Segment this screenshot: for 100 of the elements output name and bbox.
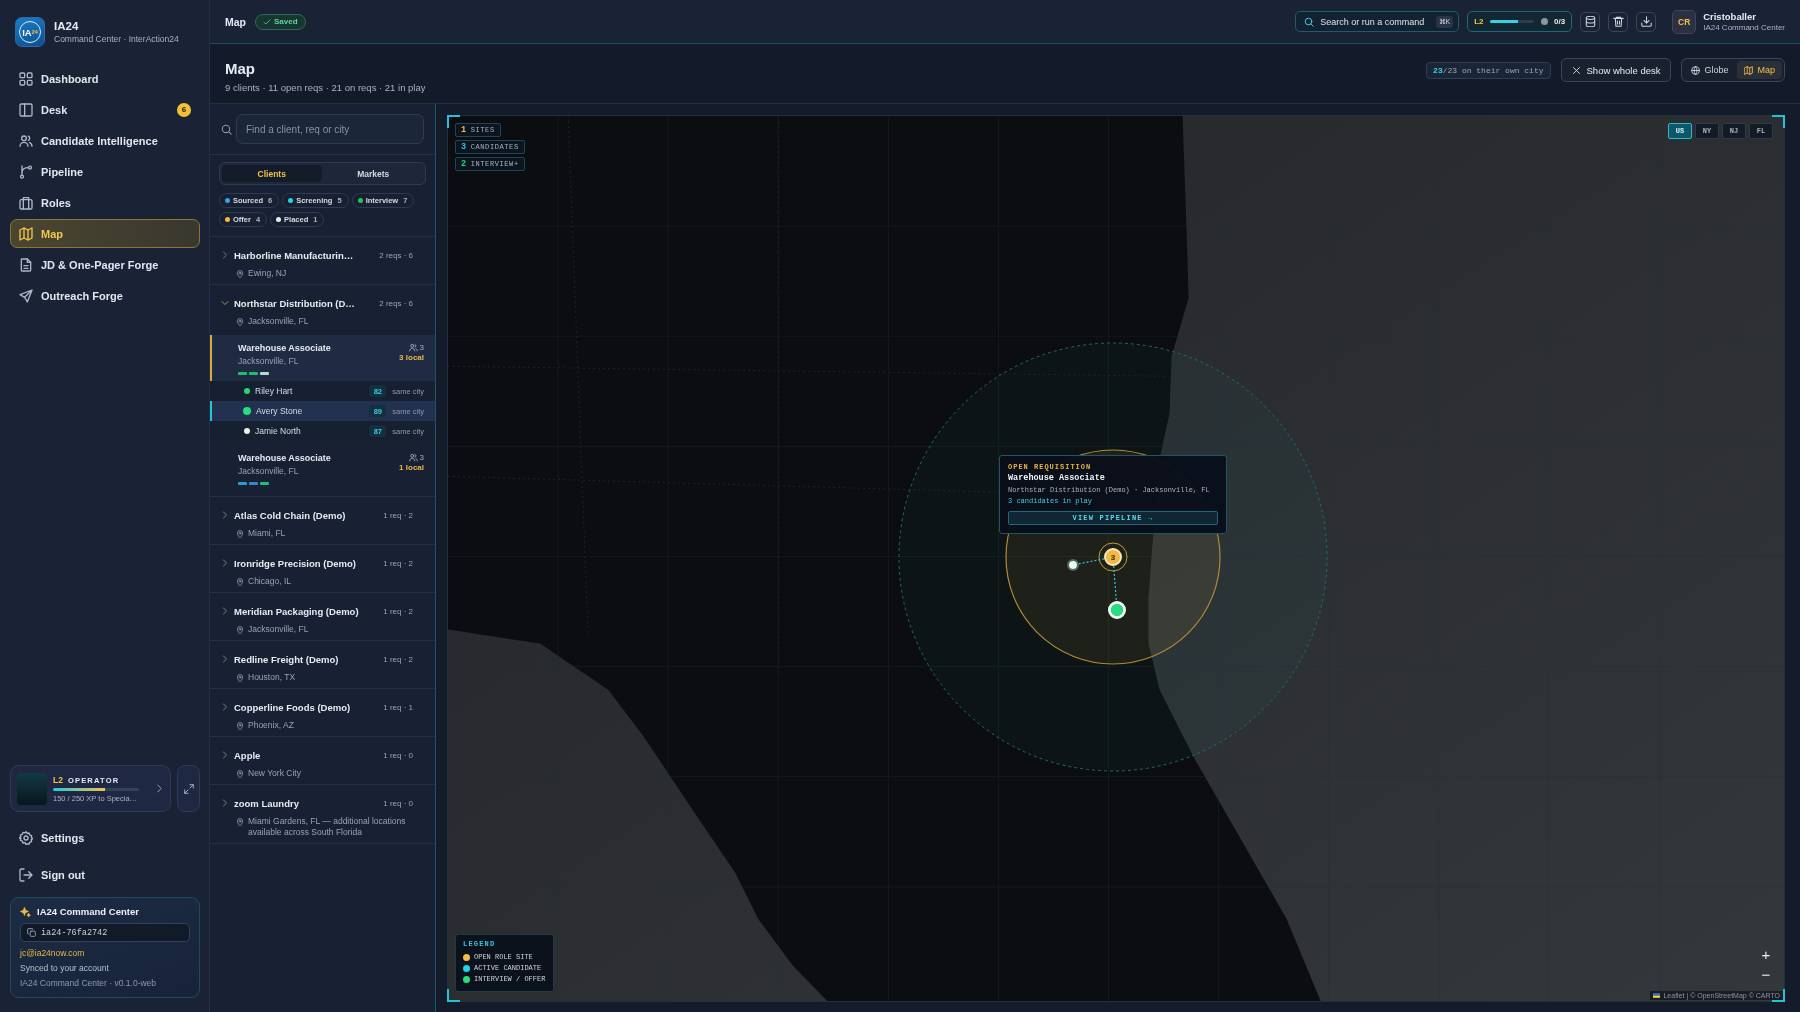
view-tab[interactable]: Globe — [1684, 61, 1736, 79]
pin-icon — [236, 269, 244, 278]
req-title: Warehouse Associate — [238, 452, 332, 465]
client-name[interactable]: zoom Laundry — [234, 797, 299, 809]
people-icon — [408, 343, 418, 352]
saved-text: Saved — [274, 17, 298, 26]
pin-icon — [236, 673, 244, 682]
database-icon — [1584, 16, 1596, 27]
popup-title: Warehouse Associate — [1008, 473, 1106, 484]
user-avatar[interactable]: CR — [1672, 9, 1697, 34]
stat-count: 1 — [461, 125, 467, 135]
candidate-name: Riley Hart — [255, 386, 293, 396]
copy-icon — [27, 928, 36, 937]
client-name[interactable]: Meridian Packaging (Demo) — [234, 605, 359, 617]
nav-item[interactable]: Roles — [10, 188, 200, 217]
connector-line — [1113, 565, 1117, 602]
account-email[interactable]: jc@ia24now.com — [20, 948, 190, 959]
stat-count: 2 — [461, 159, 467, 169]
app-logo[interactable]: IA$^{24}$ — [15, 17, 45, 47]
xp-widget[interactable]: L2 0/3 — [1467, 11, 1573, 32]
download-icon — [1640, 16, 1652, 27]
nav-item[interactable]: Map — [10, 219, 200, 248]
client-location: Miami Gardens, FL — additional locations available across South Florida — [248, 816, 407, 838]
page-title: Map — [225, 15, 246, 28]
frame-corner-icon — [447, 115, 460, 128]
pin-icon — [236, 577, 244, 586]
search-field[interactable]: Find a client, req or city — [236, 114, 424, 144]
client-name[interactable]: Northstar Distribution (D… — [234, 297, 355, 309]
tier-label: L2 — [53, 774, 63, 785]
delete-button[interactable] — [1608, 11, 1629, 32]
list-tab[interactable]: Clients — [222, 165, 322, 182]
req-title: Warehouse Associate — [238, 342, 332, 355]
list-tab[interactable]: Markets — [323, 165, 423, 182]
client-name[interactable]: Harborline Manufacturin… — [234, 249, 354, 261]
people-icon — [19, 133, 33, 148]
client-location: Jacksonville, FL — [248, 624, 309, 635]
client-location: Chicago, IL — [248, 576, 291, 587]
people-icon — [408, 453, 418, 462]
search-icon — [221, 123, 232, 135]
nav-item[interactable]: Candidate Intelligence — [10, 126, 200, 155]
sparkle-icon — [20, 906, 31, 918]
frame-corner-icon — [447, 989, 460, 1002]
nav-item[interactable]: Desk 6 — [10, 95, 200, 124]
pin-icon — [236, 817, 244, 826]
download-button[interactable] — [1636, 11, 1657, 32]
view-tab[interactable]: Map — [1737, 61, 1782, 79]
branch-icon — [19, 164, 33, 179]
brand-name: IA24 — [54, 20, 80, 32]
candidate-name: Jamie North — [255, 426, 301, 436]
briefcase-icon — [19, 195, 33, 210]
site-halo-ring — [1098, 542, 1128, 572]
requisition-row[interactable]: Warehouse Associate Jacksonville, FL 3 3 local — [210, 335, 435, 381]
client-meta: 1 req · 2 — [382, 606, 413, 616]
client-meta: 1 req · 1 — [382, 702, 413, 712]
req-location: Jacksonville, FL — [238, 355, 300, 367]
local-count: 3 local — [399, 353, 424, 362]
candidate-count: 3 — [419, 343, 424, 352]
pin-icon — [236, 769, 244, 778]
nav-item[interactable]: Pipeline — [10, 157, 200, 186]
check-icon — [263, 17, 271, 26]
pin-icon — [236, 721, 244, 730]
database-button[interactable] — [1580, 11, 1601, 32]
map-icon — [1744, 65, 1754, 75]
page-summary: 9 clients · 11 open reqs · 21 on reqs · 21 in play — [225, 82, 426, 93]
trash-icon — [1612, 16, 1624, 27]
globe-icon — [1691, 65, 1701, 75]
client-location: Phoenix, AZ — [248, 720, 294, 731]
client-name[interactable]: Redline Freight (Demo) — [234, 653, 339, 665]
zoom-out-button[interactable]: − — [1757, 966, 1775, 984]
workspace-id-field[interactable]: ia24-76fa2742 — [20, 923, 190, 942]
nav-item[interactable]: JD & One-Pager Forge — [10, 250, 200, 279]
client-name[interactable]: Copperline Foods (Demo) — [234, 701, 351, 713]
expand-icon — [183, 783, 194, 794]
brand-tagline: Command Center · InterAction24 — [54, 34, 179, 44]
client-name[interactable]: Apple — [234, 749, 261, 761]
show-whole-desk-button[interactable]: Show whole desk — [1560, 58, 1672, 82]
sign-out-icon — [19, 867, 33, 882]
user-name: Cristoballer — [1703, 11, 1757, 22]
client-name[interactable]: Ironridge Precision (Demo) — [234, 557, 356, 569]
client-meta: 2 reqs · 6 — [378, 298, 413, 308]
nav-item[interactable]: Outreach Forge — [10, 281, 200, 310]
nav-link[interactable]: Settings — [10, 823, 200, 852]
client-meta: 1 req · 2 — [382, 654, 413, 664]
document-icon — [19, 257, 33, 272]
nav-item[interactable]: Dashboard — [10, 64, 200, 93]
map-icon — [19, 226, 33, 241]
status-dot-icon — [1541, 18, 1549, 25]
client-meta: 2 reqs · 6 — [378, 250, 413, 260]
version-label: IA24 Command Center · v0.1.0-web — [20, 978, 158, 989]
client-location: New York City — [248, 768, 301, 779]
settings-icon — [19, 830, 33, 845]
pin-icon — [236, 625, 244, 634]
client-meta: 1 req · 0 — [382, 798, 413, 808]
client-name[interactable]: Atlas Cold Chain (Demo) — [234, 509, 346, 521]
nav-link[interactable]: Sign out — [10, 860, 200, 889]
requisition-row[interactable]: Warehouse Associate Jacksonville, FL 3 1 local — [210, 445, 435, 491]
pin-icon — [236, 529, 244, 538]
search-icon — [1304, 16, 1315, 27]
zoom-in-button[interactable]: + — [1757, 946, 1775, 964]
coverage-badge: 23/23 on their own city — [1426, 61, 1551, 79]
